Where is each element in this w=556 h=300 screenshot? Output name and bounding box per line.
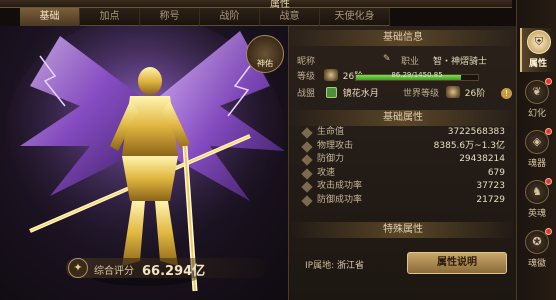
basic-info-header: 基础信息 (289, 30, 517, 46)
job-value: 智・神熠骑士 (433, 57, 488, 67)
guild-value[interactable]: 镜花水月 (343, 89, 379, 99)
world-level-label: 世界等级 (403, 89, 440, 99)
block-rate-icon (301, 194, 313, 207)
attribute-detail-button[interactable]: 属性说明 (407, 252, 507, 274)
ip-value: 浙江省 (337, 261, 365, 271)
level-label: 等级 (297, 72, 316, 82)
xp-text: 86.29/1450.85 (391, 71, 443, 79)
defense-icon (301, 154, 313, 166)
notification-dot (545, 78, 552, 85)
tab-battle-rank[interactable]: 战阶 (200, 8, 260, 26)
attribute-name: 攻速 (317, 167, 336, 178)
blessing-badge-label: 神佑 (257, 59, 273, 68)
speed-icon (301, 167, 313, 180)
side-nav-label: 幻化 (527, 109, 546, 119)
side-nav-attribute[interactable]: ⛨ 属性 (520, 28, 554, 72)
shield-icon: ⛨ (527, 30, 551, 54)
attribute-value: 3722568383 (447, 127, 505, 137)
score-label: 综合评分 (94, 266, 134, 277)
attribute-name: 生命值 (317, 127, 345, 137)
attribute-name: 物理攻击 (317, 140, 354, 151)
notification-dot (545, 128, 552, 135)
side-nav-label: 魂器 (527, 159, 546, 169)
level-row: 等级 26阶 (297, 69, 363, 85)
attack-icon (301, 140, 313, 153)
ip-location: IP属地: 浙江省 (305, 258, 364, 271)
attribute-row-physical-attack: 物理攻击 8385.6万~1.3亿 (295, 140, 511, 154)
side-nav-label: 属性 (528, 59, 547, 69)
side-nav-soul-emblem[interactable]: ✪ 魂徽 (520, 228, 554, 272)
attribute-name: 防御力 (317, 154, 345, 164)
tab-battle-will[interactable]: 战意 (260, 8, 320, 26)
attribute-value: 29438214 (459, 154, 505, 164)
name-label: 昵称 (297, 57, 316, 67)
name-row: 昵称 ✎ 职业 智・神熠骑士 (289, 51, 517, 69)
attribute-tabs: 基础 加点 称号 战阶 战意 天使化身 (20, 8, 390, 26)
attribute-value: 37723 (476, 181, 505, 191)
notification-dot (545, 228, 552, 235)
attribute-name: 防御成功率 (317, 194, 363, 205)
tab-title[interactable]: 称号 (140, 8, 200, 26)
base-attributes-header: 基础属性 (289, 110, 517, 126)
ip-label: IP属地: (305, 261, 335, 271)
special-attributes-header[interactable]: 特殊属性 (289, 222, 517, 238)
side-nav-soul-artifact[interactable]: ◈ 魂器 (520, 128, 554, 172)
attribute-value: 679 (487, 167, 505, 178)
guild-row: 战盟 镜花水月 (297, 86, 379, 102)
tab-add-points[interactable]: 加点 (80, 8, 140, 26)
attribute-value: 8385.6万~1.3亿 (433, 140, 505, 151)
edit-name-icon[interactable]: ✎ (383, 54, 393, 64)
attribute-row-block-rate: 防御成功率 21729 (295, 194, 511, 208)
tab-basic[interactable]: 基础 (20, 8, 80, 26)
attribute-row-defense: 防御力 29438214 (295, 153, 511, 167)
job-label: 职业 (401, 57, 420, 67)
hit-rate-icon (301, 181, 313, 193)
attribute-row-hit-rate: 攻击成功率 37723 (295, 180, 511, 194)
world-level-row: 世界等级 26阶 (403, 86, 485, 102)
base-attribute-list: 生命值 3722568383 物理攻击 8385.6万~1.3亿 防御力 294… (295, 126, 511, 207)
attribute-name: 攻击成功率 (317, 181, 363, 191)
attribute-row-hp: 生命值 3722568383 (295, 126, 511, 140)
guild-label: 战盟 (297, 89, 316, 99)
attribute-panel: 基础信息 昵称 ✎ 职业 智・神熠骑士 等级 26阶 86.29/1450.85… (288, 26, 517, 300)
world-level-info-icon[interactable]: ! (501, 88, 512, 99)
tab-angel-avatar[interactable]: 天使化身 (320, 8, 390, 26)
notification-dot (545, 178, 552, 185)
guild-flag-icon (325, 87, 337, 98)
side-nav-label: 魂徽 (527, 259, 546, 269)
side-nav-hero-soul[interactable]: ♞ 英魂 (520, 178, 554, 222)
world-level-value: 26阶 (464, 89, 486, 99)
title-bar: 属性 (0, 0, 512, 10)
hp-icon (301, 127, 313, 139)
side-nav-label: 英魂 (527, 209, 546, 219)
side-nav: ⛨ 属性 ❦ 幻化 ◈ 魂器 ♞ 英魂 ✪ 魂徽 (516, 0, 556, 300)
score-value: 66.294亿 (142, 264, 206, 279)
world-level-rank-icon (445, 86, 460, 98)
side-nav-transform[interactable]: ❦ 幻化 (520, 78, 554, 122)
attribute-value: 21729 (476, 194, 505, 205)
score-icon: ✦ (68, 258, 88, 278)
blessing-badge[interactable]: 神佑 (246, 35, 284, 73)
attribute-row-attack-speed: 攻速 679 (295, 167, 511, 181)
combat-score: ✦ 综合评分 66.294亿 (66, 258, 266, 279)
level-rank-icon (323, 69, 338, 81)
